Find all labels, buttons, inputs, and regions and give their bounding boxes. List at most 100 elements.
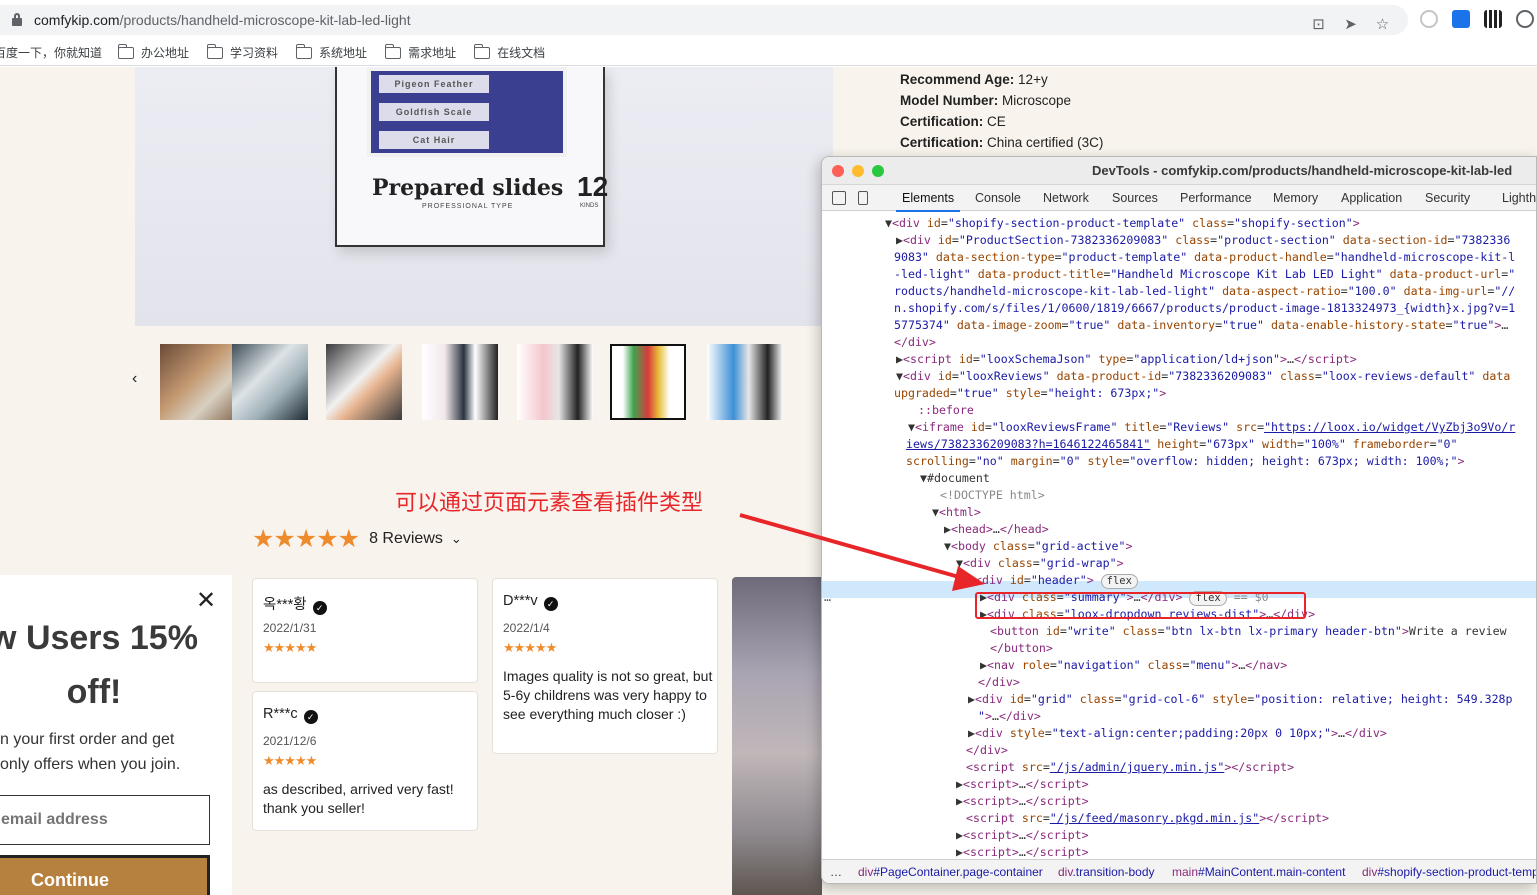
product-main-image[interactable]: Pigeon Feather Goldfish Scale Cat Hair P… xyxy=(135,67,833,326)
dom-node-line[interactable]: ▶<script>…</script> xyxy=(956,844,1089,859)
thumbnail[interactable] xyxy=(326,344,402,420)
thumbnail-selected[interactable] xyxy=(610,344,686,420)
close-window-button[interactable] xyxy=(832,165,844,177)
tab-lighthouse[interactable]: Lighthouse xyxy=(1502,191,1536,205)
thumbnail[interactable] xyxy=(232,344,308,420)
dom-node-line[interactable]: <script src="/js/admin/jquery.min.js"></… xyxy=(966,759,1294,776)
breadcrumb-item[interactable]: div#shopify-section-product-template xyxy=(1362,865,1536,879)
translate-icon[interactable]: ⊡ xyxy=(1310,16,1327,33)
thumbnail[interactable] xyxy=(707,344,783,420)
close-icon[interactable]: ✕ xyxy=(196,589,216,613)
dom-node-line[interactable]: </div> xyxy=(894,334,936,351)
review-text: as described, arrived very fast! thank y… xyxy=(263,781,454,816)
dom-node-line[interactable]: n.shopify.com/s/files/1/0600/1819/6667/p… xyxy=(894,300,1515,317)
thumbnail[interactable] xyxy=(517,344,593,420)
minimize-window-button[interactable] xyxy=(852,165,864,177)
breadcrumb-item[interactable]: main#MainContent.main-content xyxy=(1172,865,1345,879)
bookmark-folder[interactable]: 需求地址 xyxy=(384,43,456,61)
review-photo[interactable] xyxy=(732,577,822,895)
tab-elements[interactable]: Elements xyxy=(895,191,961,212)
extension-shield-icon[interactable] xyxy=(1452,10,1470,28)
qr-code-icon[interactable] xyxy=(1484,10,1502,28)
bookmark-folder[interactable]: 学习资料 xyxy=(206,43,278,61)
bookmark-folder[interactable]: 办公地址 xyxy=(117,43,189,61)
node-more-icon[interactable]: … xyxy=(824,589,831,606)
dom-node-line[interactable]: 5775374" data-image-zoom="true" data-inv… xyxy=(894,317,1508,334)
extension-icon[interactable] xyxy=(1420,10,1438,28)
breadcrumb: … div#PageContainer.page-container div.t… xyxy=(822,859,1536,883)
tab-application[interactable]: Application xyxy=(1341,191,1402,205)
dom-node-line[interactable]: ▼<body class="grid-active"> xyxy=(944,538,1133,555)
dom-node-line[interactable]: iews/7382336209083?h=1646122465841" heig… xyxy=(906,436,1458,453)
send-icon[interactable]: ➤ xyxy=(1342,16,1359,33)
tab-console[interactable]: Console xyxy=(975,191,1021,205)
review-text: Images quality is not so great, but 5-6y… xyxy=(503,668,713,722)
bookmark-folder[interactable]: 系统地址 xyxy=(295,43,367,61)
dom-node-line[interactable]: <script src="/js/feed/masonry.pkgd.min.j… xyxy=(966,810,1329,827)
bookmark-folder[interactable]: 在线文档 xyxy=(473,43,545,61)
review-date: 2021/12/6 xyxy=(263,734,317,748)
dom-node-line[interactable]: </button> xyxy=(990,640,1053,657)
continue-button[interactable]: Continue xyxy=(0,855,210,895)
slide-label: Goldfish Scale xyxy=(379,103,489,121)
dom-node-line[interactable]: ▶<div id="ProductSection-7382336209083" … xyxy=(896,232,1510,249)
review-summary[interactable]: ★★★★★ 8 Reviews ⌄ xyxy=(252,524,462,554)
tab-memory[interactable]: Memory xyxy=(1273,191,1318,205)
tab-performance[interactable]: Performance xyxy=(1180,191,1252,205)
bookmark-star-icon[interactable]: ☆ xyxy=(1374,16,1391,33)
tab-security[interactable]: Security xyxy=(1425,191,1470,205)
dom-node-line[interactable]: ▶<script>…</script> xyxy=(956,793,1089,810)
dom-node-line[interactable]: ▼<div id="shopify-section-product-templa… xyxy=(885,215,1360,232)
dom-node-line[interactable]: ▶<script>…</script> xyxy=(956,776,1089,793)
breadcrumb-item[interactable]: div#PageContainer.page-container xyxy=(858,865,1043,879)
review-card[interactable]: 옥***황 ✓ 2022/1/31 ★★★★★ xyxy=(252,578,478,683)
dom-node-line[interactable]: roducts/handheld-microscope-kit-lab-led-… xyxy=(894,283,1515,300)
dom-node-line[interactable]: ▼<iframe id="looxReviewsFrame" title="Re… xyxy=(908,419,1515,436)
dom-node-line[interactable]: ▶<div id="grid" class="grid-col-6" style… xyxy=(968,691,1513,708)
dom-node-line[interactable]: 9083" data-section-type="product-templat… xyxy=(894,249,1515,266)
dom-node-line[interactable]: ">…</div> xyxy=(978,708,1041,725)
tab-network[interactable]: Network xyxy=(1043,191,1089,205)
folder-icon xyxy=(473,43,491,59)
folder-icon xyxy=(117,43,135,59)
url-text[interactable]: comfykip.com/products/handheld-microscop… xyxy=(34,12,411,28)
review-card[interactable]: D***v ✓ 2022/1/4 ★★★★★ Images quality is … xyxy=(492,578,718,754)
box-number: 12 xyxy=(577,171,609,202)
dom-node-line[interactable]: ▼<html> xyxy=(932,504,981,521)
elements-tree: main class="main-content" id="MainConten… xyxy=(822,211,1536,859)
dom-node-line[interactable]: ▶<nav role="navigation" class="menu">…</… xyxy=(980,657,1287,674)
url-path: /products/handheld-microscope-kit-lab-le… xyxy=(119,12,411,28)
thumb-prev-arrow-icon[interactable]: ‹ xyxy=(132,370,137,388)
dom-node-line[interactable]: ▶<head>…</head> xyxy=(944,521,1049,538)
dom-node-line[interactable]: </div> xyxy=(978,674,1020,691)
extension-icon-2[interactable] xyxy=(1516,10,1534,28)
review-card[interactable]: R***c ✓ 2021/12/6 ★★★★★ as described, arr… xyxy=(252,691,478,831)
dom-node-line[interactable]: </div> xyxy=(966,742,1008,759)
dom-node-line[interactable]: ▼<div id="header"> flex xyxy=(968,572,1138,589)
device-toolbar-icon[interactable] xyxy=(858,191,868,205)
dom-node-line[interactable]: ▼<div class="grid-wrap"> xyxy=(956,555,1124,572)
dom-node-line[interactable]: -led-light" data-product-title="Handheld… xyxy=(894,266,1515,283)
dom-node-line[interactable]: scrolling="no" margin="0" style="overflo… xyxy=(906,453,1464,470)
thumbnail[interactable] xyxy=(422,344,498,420)
address-bar[interactable]: comfykip.com/products/handheld-microscop… xyxy=(0,5,1408,35)
email-field[interactable] xyxy=(0,795,210,845)
dom-node-line[interactable]: upgraded="true" style="height: 673px;"> xyxy=(894,385,1166,402)
dom-node-line[interactable]: <button id="write" class="btn lx-btn lx-… xyxy=(990,623,1507,640)
inspect-element-icon[interactable] xyxy=(832,191,846,205)
breadcrumb-ellipsis[interactable]: … xyxy=(830,865,842,879)
thumbnail[interactable] xyxy=(160,344,236,420)
dom-node-line[interactable]: ▼<div id="looxReviews" data-product-id="… xyxy=(896,368,1510,385)
dom-node-line[interactable]: ▶<script>…</script> xyxy=(956,827,1089,844)
bookmark-item[interactable]: 百度一下，你就知道 xyxy=(0,44,102,61)
dom-node-line[interactable]: ::before xyxy=(918,402,974,419)
folder-icon xyxy=(206,43,224,59)
dom-node-line[interactable]: ▼#document xyxy=(920,470,990,487)
dom-node-line[interactable]: ▶<script id="looxSchemaJson" type="appli… xyxy=(896,351,1357,368)
dom-node-line[interactable]: <!DOCTYPE html> xyxy=(940,487,1045,504)
dom-node-line[interactable]: ▶<div style="text-align:center;padding:2… xyxy=(968,725,1387,742)
slide-stack: Pigeon Feather Goldfish Scale Cat Hair xyxy=(367,67,567,157)
breadcrumb-item[interactable]: div.transition-body xyxy=(1058,865,1155,879)
tab-sources[interactable]: Sources xyxy=(1112,191,1158,205)
maximize-window-button[interactable] xyxy=(872,165,884,177)
